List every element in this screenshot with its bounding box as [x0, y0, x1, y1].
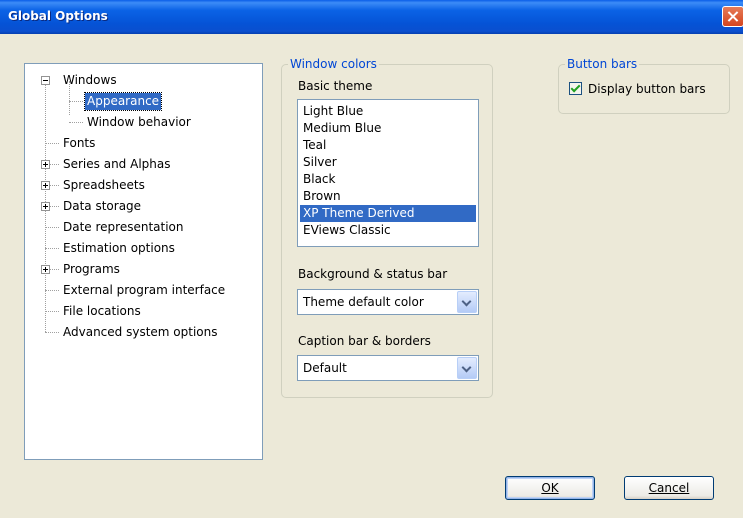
ok-button-label: OK: [541, 481, 559, 495]
tree-item-programs[interactable]: Programs: [63, 261, 120, 278]
expand-icon[interactable]: [41, 160, 50, 169]
theme-option[interactable]: Silver: [300, 154, 476, 171]
tree-item-series-and-alphas[interactable]: Series and Alphas: [63, 156, 170, 173]
tree-item-external-program-interface[interactable]: External program interface: [63, 282, 225, 299]
global-options-dialog: Global Options Windows Appearance Window…: [0, 0, 743, 518]
display-button-bars-checkbox[interactable]: [569, 82, 582, 95]
expand-icon[interactable]: [41, 181, 50, 190]
caption-bar-select[interactable]: Default: [297, 355, 479, 381]
tree-item-window-behavior[interactable]: Window behavior: [87, 114, 191, 131]
chevron-down-icon[interactable]: [457, 357, 477, 379]
theme-option[interactable]: Brown: [300, 188, 476, 205]
tree-item-windows[interactable]: Windows: [63, 72, 117, 89]
basic-theme-listbox[interactable]: Light Blue Medium Blue Teal Silver Black…: [297, 99, 479, 247]
display-button-bars-label[interactable]: Display button bars: [588, 82, 706, 96]
theme-option[interactable]: Light Blue: [300, 103, 476, 120]
background-status-bar-label: Background & status bar: [298, 267, 448, 281]
expand-icon[interactable]: [41, 265, 50, 274]
theme-option[interactable]: Medium Blue: [300, 120, 476, 137]
window-title: Global Options: [8, 9, 108, 23]
ok-button[interactable]: OK: [505, 476, 595, 500]
theme-option-selected[interactable]: XP Theme Derived: [300, 205, 476, 222]
cancel-button-label: Cancel: [648, 481, 690, 495]
window-colors-group-label: Window colors: [288, 57, 379, 71]
tree-item-advanced-system-options[interactable]: Advanced system options: [63, 324, 217, 341]
tree-item-file-locations[interactable]: File locations: [63, 303, 141, 320]
basic-theme-label: Basic theme: [298, 79, 373, 93]
button-bars-group-label: Button bars: [565, 57, 640, 71]
collapse-icon[interactable]: [41, 76, 50, 85]
tree-item-date-representation[interactable]: Date representation: [63, 219, 184, 236]
close-icon[interactable]: [722, 6, 743, 27]
caption-bar-borders-label: Caption bar & borders: [298, 334, 431, 348]
tree-item-appearance[interactable]: Appearance: [83, 92, 163, 111]
background-color-select[interactable]: Theme default color: [297, 289, 479, 315]
title-bar[interactable]: Global Options: [0, 0, 743, 34]
expand-icon[interactable]: [41, 202, 50, 211]
options-tree[interactable]: Windows Appearance Window behavior Fonts…: [24, 63, 263, 460]
theme-option[interactable]: Black: [300, 171, 476, 188]
background-color-value: Theme default color: [303, 295, 424, 309]
tree-item-fonts[interactable]: Fonts: [63, 135, 95, 152]
cancel-button[interactable]: Cancel: [624, 476, 714, 500]
tree-item-data-storage[interactable]: Data storage: [63, 198, 141, 215]
theme-option[interactable]: EViews Classic: [300, 222, 476, 239]
theme-option[interactable]: Teal: [300, 137, 476, 154]
tree-item-estimation-options[interactable]: Estimation options: [63, 240, 175, 257]
tree-item-spreadsheets[interactable]: Spreadsheets: [63, 177, 145, 194]
chevron-down-icon[interactable]: [457, 291, 477, 313]
caption-bar-value: Default: [303, 361, 347, 375]
